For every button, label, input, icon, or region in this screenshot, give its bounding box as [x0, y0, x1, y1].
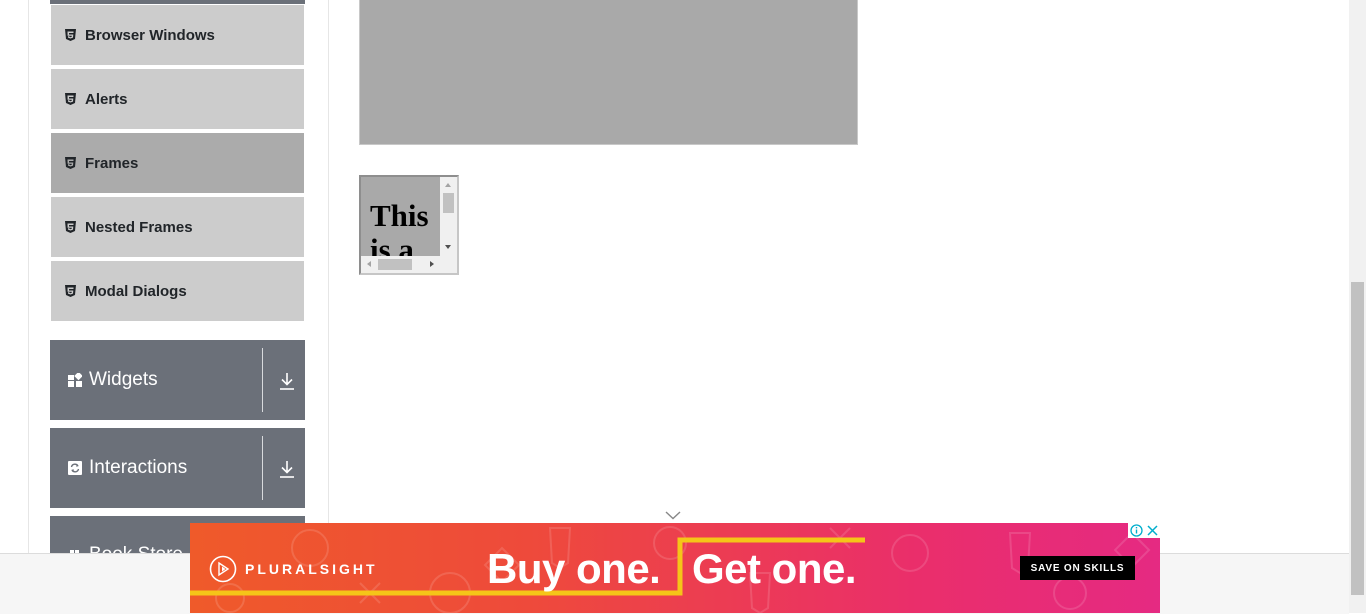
download-arrow-icon	[280, 373, 294, 390]
sidebar-item-modal-dialogs[interactable]: Modal Dialogs	[51, 261, 304, 323]
frame-large[interactable]	[359, 0, 858, 145]
ad-info-icon[interactable]	[1128, 523, 1144, 538]
frame-horizontal-scrollbar[interactable]	[361, 256, 457, 273]
ad-brand-text: PLURALSIGHT	[245, 561, 378, 577]
frame-small[interactable]: This is a	[359, 175, 459, 275]
frame-vertical-scrollbar[interactable]	[440, 177, 457, 258]
sidebar-item-frames[interactable]: Frames	[51, 133, 304, 195]
sidebar-item-alerts[interactable]: Alerts	[51, 69, 304, 131]
group-label: Widgets	[89, 369, 158, 390]
page-left-rule	[28, 0, 29, 553]
download-arrow-icon	[280, 461, 294, 478]
html5-icon	[65, 221, 76, 233]
interactions-icon	[68, 461, 82, 475]
ad-brand: PLURALSIGHT	[209, 555, 378, 583]
sidebar-top-strip	[50, 0, 305, 4]
scroll-right-arrow-icon[interactable]	[430, 261, 434, 267]
scroll-left-arrow-icon[interactable]	[367, 261, 371, 267]
html5-icon	[65, 29, 76, 41]
group-header-interactions[interactable]: Interactions	[50, 428, 305, 508]
ad-banner[interactable]: PLURALSIGHT Buy one. Get one. SAVE ON SK…	[190, 523, 1160, 613]
scroll-down-arrow-icon[interactable]	[445, 245, 451, 249]
sidebar-item-browser-windows[interactable]: Browser Windows	[51, 5, 304, 67]
widgets-icon	[68, 373, 82, 387]
ad-close-icon[interactable]	[1144, 523, 1160, 538]
html5-icon	[65, 93, 76, 105]
sidebar-item-nested-frames[interactable]: Nested Frames	[51, 197, 304, 259]
group-separator	[262, 436, 263, 500]
sidebar-item-label: Frames	[85, 154, 139, 172]
page-scrollbar[interactable]	[1349, 0, 1366, 613]
sidebar-item-label: Browser Windows	[85, 26, 215, 44]
ad-cta-button[interactable]: SAVE ON SKILLS	[1020, 556, 1135, 580]
sidebar-item-label: Modal Dialogs	[85, 282, 187, 300]
ad-choices[interactable]	[1128, 523, 1160, 538]
ad-headline-b: Get one.	[692, 545, 857, 592]
sidebar-divider	[328, 0, 329, 553]
html5-icon	[65, 285, 76, 297]
pluralsight-logo-icon	[209, 555, 237, 583]
group-label: Interactions	[89, 457, 188, 478]
sidebar-item-label: Nested Frames	[85, 218, 193, 236]
sidebar-item-label: Alerts	[85, 90, 128, 108]
html5-icon	[65, 157, 76, 169]
group-header-widgets[interactable]: Widgets	[50, 340, 305, 420]
chevron-down-icon[interactable]	[665, 511, 681, 520]
page-scroll-thumb[interactable]	[1351, 282, 1364, 595]
scroll-thumb[interactable]	[378, 259, 412, 270]
ad-headline-a: Buy one.	[487, 545, 661, 592]
scroll-thumb[interactable]	[443, 193, 454, 213]
scroll-up-arrow-icon[interactable]	[445, 183, 451, 187]
group-separator	[262, 348, 263, 412]
